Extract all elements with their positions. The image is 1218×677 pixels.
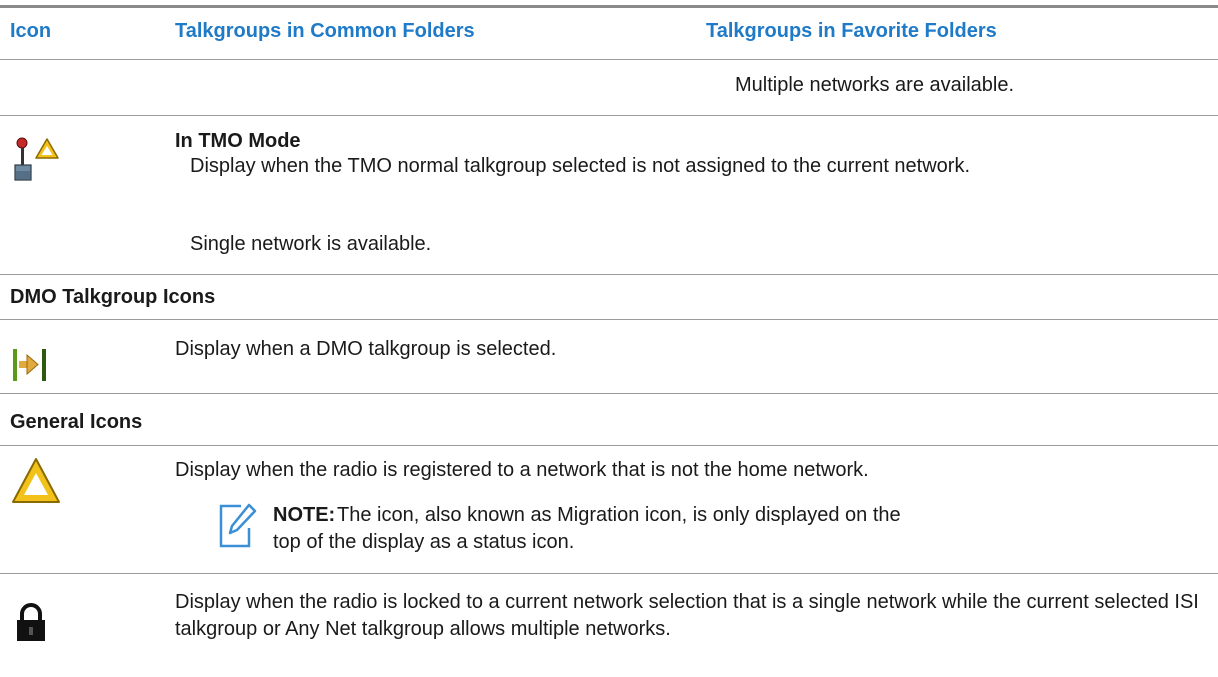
header-favorite-folders: Talkgroups in Favorite Folders bbox=[706, 20, 997, 42]
row-divider bbox=[0, 393, 1218, 394]
general-section-title: General Icons bbox=[10, 411, 143, 433]
dmo-talkgroup-icon bbox=[13, 349, 46, 381]
migration-triangle-icon bbox=[12, 458, 60, 503]
lock-icon bbox=[17, 603, 45, 641]
header-divider bbox=[0, 59, 1218, 60]
note-pencil-icon bbox=[219, 503, 257, 548]
tmo-mode-heading: In TMO Mode bbox=[175, 130, 301, 152]
multiple-networks-text: Multiple networks are available. bbox=[735, 74, 1015, 96]
header-common-folders: Talkgroups in Common Folders bbox=[175, 20, 475, 42]
row-divider bbox=[0, 573, 1218, 574]
row-divider bbox=[0, 115, 1218, 116]
tmo-talkgroup-warning-icon bbox=[14, 137, 59, 181]
dmo-description: Display when a DMO talkgroup is selected… bbox=[175, 338, 557, 360]
note-text: The icon, also known as Migration icon, … bbox=[273, 504, 901, 553]
section-divider bbox=[0, 445, 1218, 446]
header-icon: Icon bbox=[10, 20, 52, 42]
dmo-section-title: DMO Talkgroup Icons bbox=[10, 286, 216, 308]
section-divider bbox=[0, 319, 1218, 320]
table-top-rule bbox=[0, 5, 1218, 8]
row-divider bbox=[0, 274, 1218, 275]
migration-description: Display when the radio is registered to … bbox=[175, 459, 869, 481]
tmo-description: Display when the TMO normal talkgroup se… bbox=[190, 155, 971, 177]
lock-description: Display when the radio is locked to a cu… bbox=[175, 591, 1199, 640]
single-network-text: Single network is available. bbox=[190, 233, 432, 255]
